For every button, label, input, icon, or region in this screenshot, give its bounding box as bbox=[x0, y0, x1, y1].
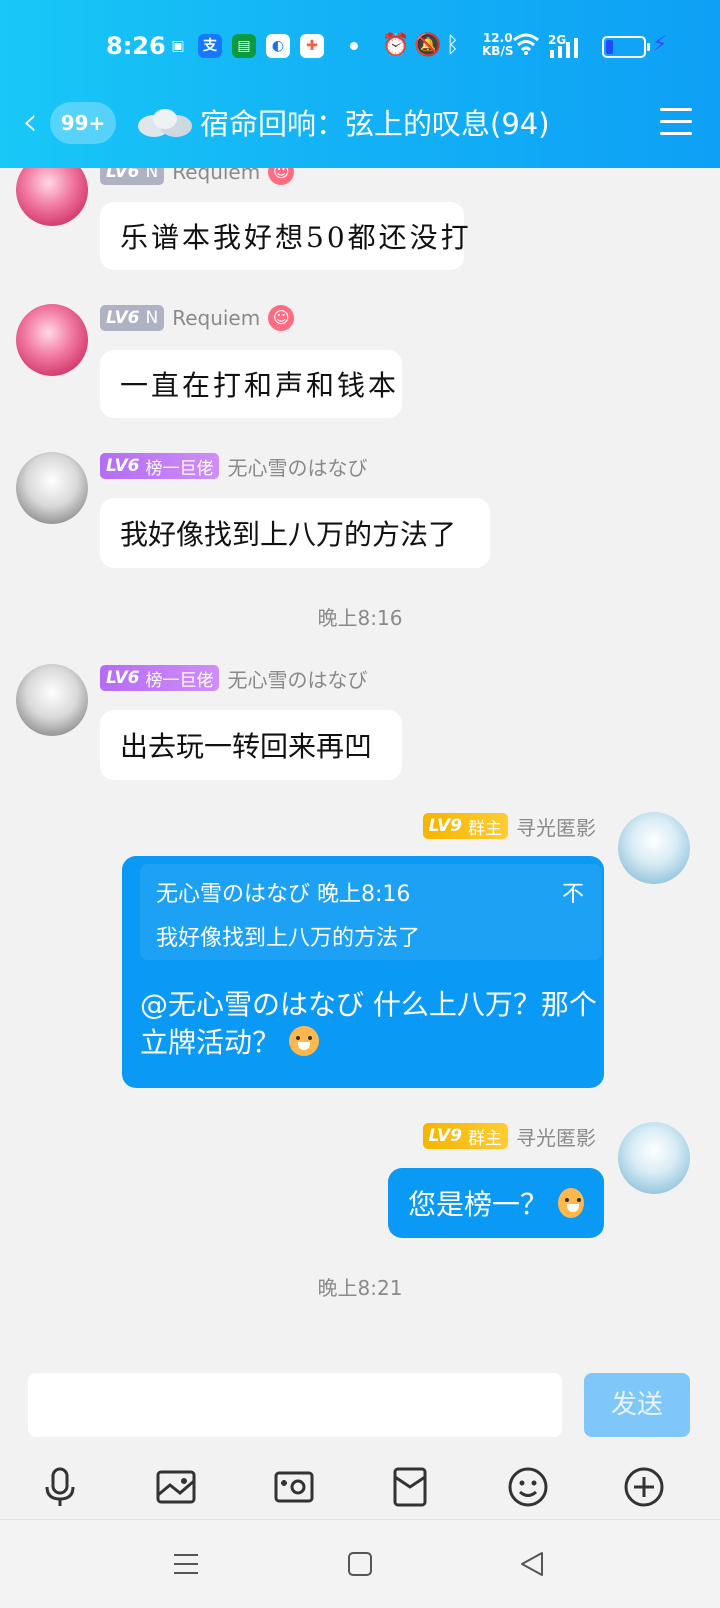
group-avatar-icon bbox=[136, 104, 194, 140]
back-arrow-icon[interactable]: ‹ bbox=[22, 100, 38, 144]
status-time: 8:26 bbox=[106, 32, 166, 60]
sender-info: LV6 N Requiem ☺ bbox=[100, 304, 295, 332]
puppy-emoji-icon bbox=[558, 1188, 584, 1218]
more-notifications-icon bbox=[350, 42, 358, 50]
level-badge: LV6 榜一巨佬 bbox=[100, 453, 220, 479]
input-bar: 发送 bbox=[0, 1361, 720, 1519]
net-speed: 12.0 KB/S bbox=[482, 31, 514, 58]
message-bubble[interactable]: 一直在打和声和钱本 bbox=[100, 350, 402, 418]
timestamp: 晚上8:21 bbox=[317, 1276, 403, 1300]
avatar[interactable] bbox=[16, 304, 88, 376]
quoted-message[interactable]: 无心雪のはなび 晚上8:16 不 我好像找到上八万的方法了 bbox=[140, 864, 602, 960]
red-packet-icon[interactable] bbox=[386, 1463, 434, 1511]
microphone-icon[interactable] bbox=[36, 1463, 84, 1511]
battery-icon bbox=[602, 36, 650, 58]
camera-icon[interactable] bbox=[270, 1463, 318, 1511]
image-icon[interactable] bbox=[152, 1463, 200, 1511]
message-bubble[interactable]: 我好像找到上八万的方法了 bbox=[100, 498, 490, 568]
quoted-header: 无心雪のはなび 晚上8:16 bbox=[156, 882, 411, 907]
back-triangle-icon[interactable] bbox=[514, 1546, 550, 1582]
timestamp: 晚上8:16 bbox=[317, 606, 403, 630]
browser-icon: ◐ bbox=[266, 34, 290, 58]
reply-text: @无心雪のはなび 什么上八万？那个立牌活动？ bbox=[140, 988, 597, 1059]
quoted-text: 我好像找到上八万的方法了 bbox=[156, 926, 421, 951]
wifi-icon bbox=[512, 32, 540, 64]
level-badge: LV9 群主 bbox=[422, 813, 508, 839]
sender-name[interactable]: 无心雪のはなび bbox=[227, 452, 367, 481]
avatar[interactable] bbox=[16, 168, 88, 226]
level-badge: LV6 榜一巨佬 bbox=[100, 665, 220, 691]
top-bar: 8:26 ▣ 支 ▤ ◐ ✚ ⏰ 🔕 ᛒ 12.0 KB/S 2G ⚡ ‹ 99+… bbox=[0, 0, 720, 168]
alipay-icon: 支 bbox=[198, 34, 222, 58]
sender-info: LV9 群主 寻光匿影 bbox=[422, 812, 596, 841]
unread-badge[interactable]: 99+ bbox=[50, 102, 116, 144]
charging-icon: ⚡ bbox=[652, 32, 668, 57]
sender-info: LV6 榜一巨佬 无心雪のはなび bbox=[100, 664, 367, 692]
quote-close-icon[interactable]: 不 bbox=[562, 876, 584, 908]
home-icon[interactable] bbox=[342, 1546, 378, 1582]
message-bubble[interactable]: 您是榜一？ bbox=[388, 1168, 604, 1238]
sender-name[interactable]: 寻光匿影 bbox=[516, 812, 596, 841]
menu-icon[interactable] bbox=[660, 108, 692, 136]
bluetooth-icon: ᛒ bbox=[446, 33, 460, 58]
status-bar: 8:26 ▣ 支 ▤ ◐ ✚ ⏰ 🔕 ᛒ 12.0 KB/S 2G ⚡ bbox=[0, 22, 720, 72]
level-badge: LV6 N bbox=[100, 305, 165, 331]
alarm-icon: ⏰ bbox=[382, 33, 410, 58]
message-bubble[interactable]: 出去玩一转回来再凹 bbox=[100, 710, 402, 780]
sender-info: LV9 群主 寻光匿影 bbox=[422, 1122, 596, 1151]
message-list[interactable]: LV6 N Requiem ☺ 乐谱本我好想50都还没打 LV6 N Requiem… bbox=[0, 168, 720, 1361]
message-text: 您是榜一？ bbox=[408, 1188, 549, 1221]
sender-name[interactable]: 无心雪のはなび bbox=[227, 664, 367, 693]
recents-menu-icon[interactable] bbox=[168, 1546, 204, 1582]
message-input[interactable] bbox=[28, 1373, 562, 1437]
chat-header: ‹ 99+ 宿命回响：弦上的叹息(94) bbox=[0, 92, 720, 156]
avatar[interactable] bbox=[16, 664, 88, 736]
game-icon: ✚ bbox=[300, 34, 324, 58]
puppy-emoji-icon bbox=[288, 1026, 319, 1056]
sender-name[interactable]: 寻光匿影 bbox=[516, 1122, 596, 1151]
level-badge: LV6 N bbox=[100, 168, 165, 185]
plus-icon[interactable] bbox=[620, 1463, 668, 1511]
sender-name[interactable]: Requiem bbox=[172, 168, 260, 184]
app-icon: ▤ bbox=[232, 34, 256, 58]
input-toolbar bbox=[0, 1457, 720, 1519]
bilibili-icon: ▣ bbox=[171, 38, 185, 54]
system-nav-bar bbox=[0, 1519, 720, 1608]
send-button[interactable]: 发送 bbox=[584, 1373, 690, 1437]
avatar[interactable] bbox=[618, 1122, 690, 1194]
sender-info: LV6 N Requiem ☺ bbox=[100, 168, 295, 186]
sender-info: LV6 榜一巨佬 无心雪のはなび bbox=[100, 452, 367, 480]
message-bubble[interactable]: 乐谱本我好想50都还没打 bbox=[100, 202, 469, 270]
mute-icon: 🔕 bbox=[414, 33, 442, 58]
emoji-icon[interactable] bbox=[504, 1463, 552, 1511]
avatar[interactable] bbox=[618, 812, 690, 884]
avatar[interactable] bbox=[16, 452, 88, 524]
chat-title: 宿命回响：弦上的叹息(94) bbox=[200, 107, 550, 141]
level-badge: LV9 群主 bbox=[422, 1123, 508, 1149]
title-emoji-icon: ☺ bbox=[268, 168, 295, 185]
title-emoji-icon: ☺ bbox=[268, 305, 295, 331]
sender-name[interactable]: Requiem bbox=[172, 306, 260, 330]
